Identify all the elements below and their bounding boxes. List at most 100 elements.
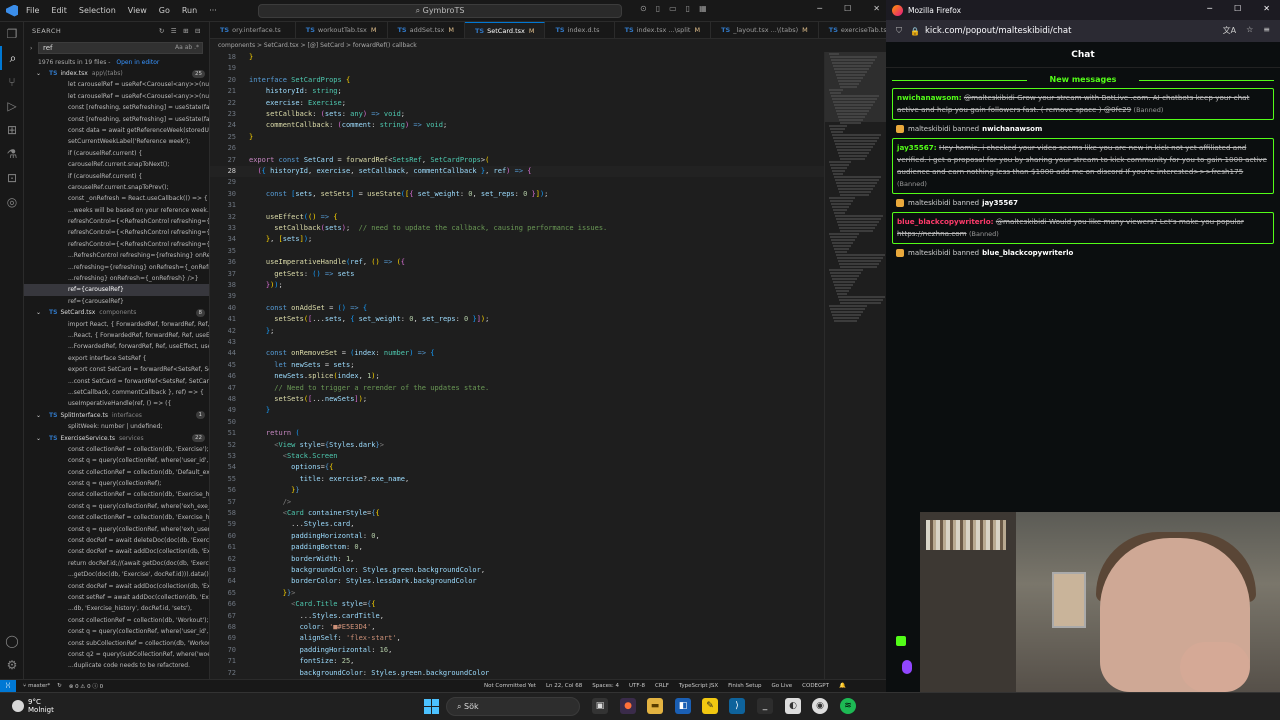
search-result-line[interactable]: export interface SetsRef { — [24, 353, 209, 364]
translate-icon[interactable]: 文A — [1223, 25, 1236, 36]
end-of-line[interactable]: CRLF — [655, 683, 669, 689]
search-result-line[interactable]: const [refreshing, setRefreshing] = useS… — [24, 114, 209, 125]
collapse-all-icon[interactable]: ⊟ — [195, 27, 201, 35]
editor-tab[interactable]: TS addSet.tsx M — [388, 22, 465, 38]
file-explorer-icon[interactable]: ▬ — [647, 698, 663, 714]
toggle-replace-chevron-icon[interactable]: › — [30, 45, 32, 52]
search-result-line[interactable]: export const SetCard = forwardRef<SetsRe… — [24, 364, 209, 375]
code-editor[interactable]: 18} 19 20 interface SetCardProps { 21 his… — [210, 52, 824, 679]
language-mode[interactable]: TypeScript JSX — [679, 683, 718, 689]
search-result-line[interactable]: const _onRefresh = React.useCallback(() … — [24, 193, 209, 204]
search-result-line[interactable]: const docRef = await deleteDoc(doc(db, '… — [24, 535, 209, 546]
url-text[interactable]: kick.com/popout/malteskibidi/chat — [925, 26, 1071, 36]
search-result-line[interactable]: refreshControl={<RefreshControl refreshi… — [24, 227, 209, 238]
search-result-line[interactable]: const docRef = await addDoc(collection(d… — [24, 546, 209, 557]
new-search-editor-icon[interactable]: ⊞ — [183, 27, 189, 35]
chevron-down-icon[interactable]: ⌄ — [36, 433, 41, 444]
maximize-icon[interactable]: ☐ — [844, 4, 851, 13]
sticky-notes-icon[interactable]: ✎ — [702, 698, 718, 714]
search-result-line[interactable]: const collectionRef = collection(db, 'Ex… — [24, 489, 209, 500]
app-icon[interactable]: ◐ — [785, 698, 801, 714]
close-icon[interactable]: ✕ — [1263, 4, 1270, 13]
search-result-line[interactable]: const q = query(collectionRef, where('us… — [24, 455, 209, 466]
chat-username[interactable]: nwichanawsom: — [897, 93, 962, 102]
command-center-search[interactable]: ⌕ GymbroTS — [258, 4, 622, 18]
search-result-line[interactable]: refreshControl={<RefreshControl refreshi… — [24, 216, 209, 227]
search-result-line[interactable]: carouselRef.current.snapToNext(); — [24, 159, 209, 170]
terminal-icon[interactable]: _ — [757, 698, 773, 714]
minimap[interactable] — [824, 52, 886, 679]
menu-view[interactable]: View — [128, 6, 147, 15]
toggle-secondary-sidebar-icon[interactable]: ▯ — [686, 4, 690, 13]
settings-gear-icon[interactable]: ⚙ — [0, 653, 24, 677]
chevron-down-icon[interactable]: ⌄ — [36, 307, 41, 318]
search-result-line[interactable]: setCurrentWeekLabel('Reference week'); — [24, 136, 209, 147]
editor-tab[interactable]: TS SetCard.tsx M — [465, 22, 546, 38]
store-icon[interactable]: ◧ — [675, 698, 691, 714]
chevron-down-icon[interactable]: ⌄ — [36, 68, 41, 79]
search-result-line[interactable]: carouselRef.current.snapToPrev(); — [24, 182, 209, 193]
editor-tab[interactable]: TSexerciseTab.tsxM — [819, 22, 886, 38]
search-input[interactable]: ref Aa ab .* — [38, 42, 203, 54]
search-result-line[interactable]: const docRef = await addDoc(collection(d… — [24, 581, 209, 592]
clear-results-icon[interactable]: ☰ — [171, 27, 177, 35]
menu-run[interactable]: Run — [182, 6, 197, 15]
encoding[interactable]: UTF-8 — [629, 683, 645, 689]
search-result-line[interactable]: ...db, 'Exercise_history', docRef.id, 's… — [24, 603, 209, 614]
open-in-editor-link[interactable]: Open in editor — [116, 59, 159, 66]
codegpt[interactable]: CODEGPT — [802, 683, 829, 689]
search-result-line[interactable]: const q2 = query(subCollectionRef, where… — [24, 649, 209, 660]
search-result-line[interactable]: const subCollectionRef = collection(db, … — [24, 638, 209, 649]
account-icon[interactable]: ◯ — [0, 629, 24, 653]
search-result-line[interactable]: const [refreshing, setRefreshing] = useS… — [24, 102, 209, 113]
editor-tab[interactable]: TS index.tsx ...\split M — [615, 22, 712, 38]
indentation[interactable]: Spaces: 4 — [592, 683, 619, 689]
go-live[interactable]: Go Live — [772, 683, 793, 689]
start-button-icon[interactable] — [424, 699, 439, 714]
search-result-line[interactable]: ref={carouselRef} — [24, 284, 209, 296]
maximize-icon[interactable]: ☐ — [1234, 4, 1241, 13]
chat-message[interactable]: jay35567: Hey homie, i checked your vide… — [892, 138, 1274, 194]
url-bar[interactable]: ⛉ 🔒 kick.com/popout/malteskibidi/chat 文A… — [886, 20, 1280, 42]
kick-emote-button-icon[interactable] — [896, 636, 906, 646]
search-result-line[interactable]: const collectionRef = collection(db, 'Ex… — [24, 444, 209, 455]
problems-indicator[interactable]: ⊗ 0 ⚠ 0 ⓘ 0 — [69, 682, 103, 690]
search-result-line[interactable]: refreshControl={<RefreshControl refreshi… — [24, 239, 209, 250]
menu-selection[interactable]: Selection — [79, 6, 116, 15]
search-result-line[interactable]: return docRef.id;//(await getDoc(doc(db,… — [24, 558, 209, 569]
search-result-line[interactable]: const data = await getReferenceWeek(stor… — [24, 125, 209, 136]
task-view-icon[interactable]: ▣ — [592, 698, 608, 714]
editor-tab[interactable]: TS workoutTab.tsx M — [296, 22, 388, 38]
search-result-line[interactable]: ...getDoc(doc(db, 'Exercise', docRef.id)… — [24, 569, 209, 580]
search-result-line[interactable]: ...weeks will be based on your reference… — [24, 205, 209, 216]
testing-icon[interactable]: ⚗ — [0, 142, 24, 166]
search-result-file[interactable]: ⌄ TS index.tsx app\(tabs) 25 — [24, 68, 209, 79]
customize-layout-icon[interactable]: ▦ — [699, 4, 707, 13]
search-result-line[interactable]: ...React, { ForwardedRef, forwardRef, Re… — [24, 330, 209, 341]
source-control-icon[interactable]: ⑂ — [0, 70, 24, 94]
remote-explorer-icon[interactable]: ⊡ — [0, 166, 24, 190]
search-icon[interactable]: ⌕ — [0, 46, 24, 70]
search-result-line[interactable]: const collectionRef = collection(db, 'De… — [24, 467, 209, 478]
editor-tab[interactable]: TS ory.interface.ts — [210, 22, 296, 38]
search-result-line[interactable]: ...duplicate code needs to be refactored… — [24, 660, 209, 671]
search-result-line[interactable]: const setRef = await addDoc(collection(d… — [24, 592, 209, 603]
editor-tab[interactable]: TS index.d.ts — [545, 22, 615, 38]
search-result-line[interactable]: ...refreshing} onRefresh={_onRefresh} />… — [24, 273, 209, 284]
spotify-icon[interactable]: ≋ — [840, 698, 856, 714]
search-result-line[interactable]: ...setCallback, commentCallback }, ref) … — [24, 387, 209, 398]
search-result-line[interactable]: ...const SetCard = forwardRef<SetsRef, S… — [24, 376, 209, 387]
taskbar-search[interactable]: ⌕ Sök — [446, 697, 580, 716]
chat-username[interactable]: blue_blackcopywriterlo: — [897, 217, 994, 226]
search-result-line[interactable]: const q = query(collectionRef, where('ex… — [24, 524, 209, 535]
copilot-icon[interactable]: ⊙ — [640, 4, 647, 13]
search-result-line[interactable]: if (carouselRef.current) { — [24, 148, 209, 159]
search-result-file[interactable]: ⌄ TS SetCard.tsx components 8 — [24, 307, 209, 318]
close-icon[interactable]: ✕ — [873, 4, 880, 13]
search-result-line[interactable]: ref={carouselRef} — [24, 296, 209, 307]
remote-indicator-icon[interactable]: ⟩⟨ — [0, 680, 16, 692]
search-result-line[interactable]: ...RefreshControl refreshing={refreshing… — [24, 250, 209, 261]
toggle-sidebar-icon[interactable]: ▯ — [656, 4, 660, 13]
menu-more-icon[interactable]: ··· — [209, 6, 217, 15]
search-options-icons[interactable]: Aa ab .* — [175, 43, 202, 53]
